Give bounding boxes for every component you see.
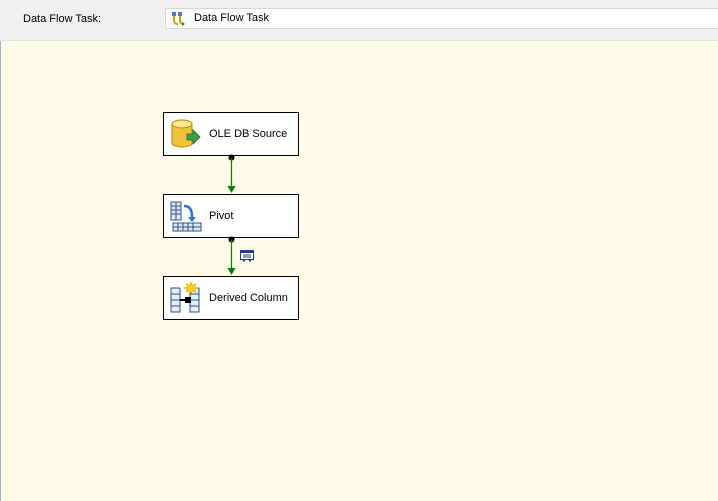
data-flow-design-surface[interactable] (0, 41, 718, 501)
database-source-icon (171, 119, 201, 148)
derived-column-component[interactable]: Derived Column (163, 276, 299, 320)
ole-db-source-component[interactable]: OLE DB Source (163, 112, 299, 156)
data-viewer-icon[interactable] (240, 249, 254, 262)
task-selector-bar: Data Flow Task: Data Flow Task (0, 0, 718, 41)
pivot-component[interactable]: Pivot (163, 194, 299, 238)
pivot-transform-icon (170, 201, 202, 232)
task-selector-label: Data Flow Task: (23, 13, 102, 25)
task-selector-value: Data Flow Task (194, 12, 269, 24)
component-label: Pivot (209, 210, 234, 222)
component-label: OLE DB Source (209, 128, 288, 140)
derived-column-icon (170, 282, 200, 313)
component-label: Derived Column (209, 292, 288, 304)
data-flow-task-icon (172, 12, 185, 26)
task-selector-dropdown[interactable]: Data Flow Task (165, 8, 718, 29)
